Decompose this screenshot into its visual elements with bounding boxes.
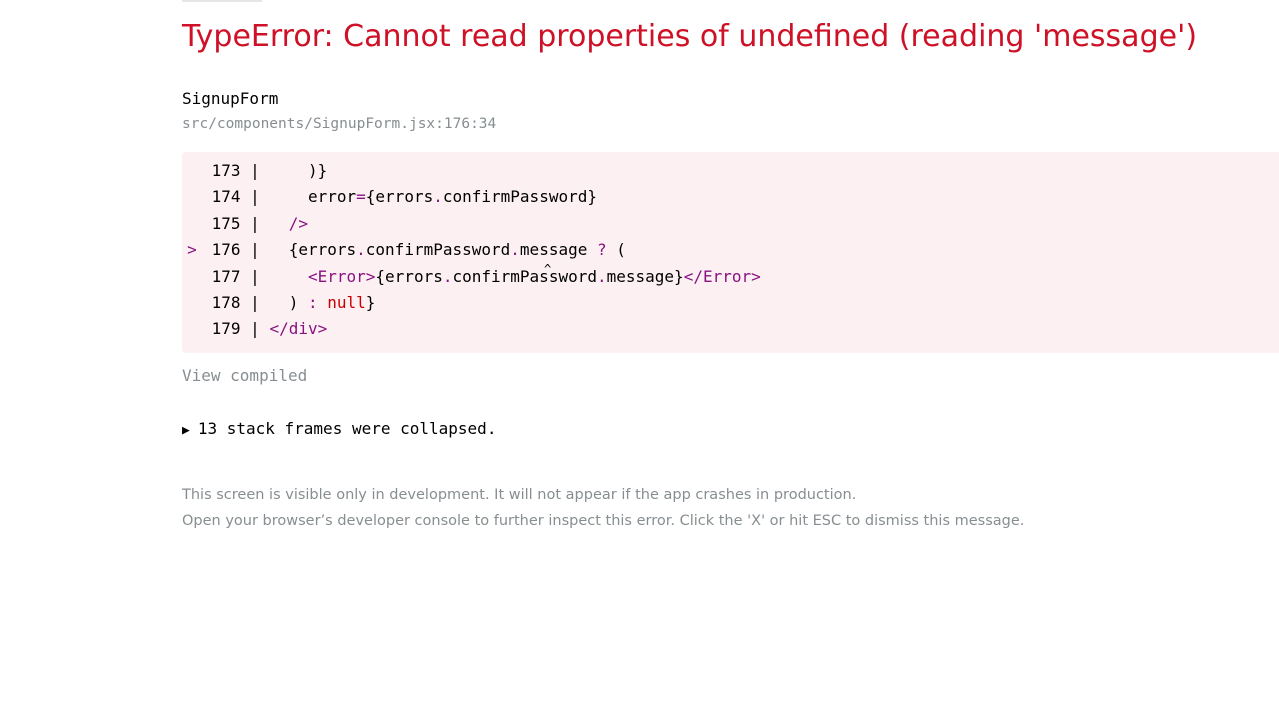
- code-token: message: [519, 240, 597, 260]
- file-location-link[interactable]: src/components/SignupForm.jsx:176:34: [182, 114, 496, 134]
- line-number: 174 |: [202, 187, 270, 207]
- code-token: )}: [269, 161, 328, 180]
- code-token: }: [365, 292, 376, 312]
- triangle-right-icon: ▶: [182, 423, 190, 438]
- code-token: error: [269, 187, 357, 207]
- line-number: 179 |: [202, 319, 270, 339]
- error-line-marker: >: [187, 240, 197, 260]
- code-token: />: [288, 213, 308, 233]
- code-line: 179 | </div>: [182, 316, 1279, 342]
- error-line-marker: [182, 290, 202, 316]
- code-snippet: 173 | )} 174 | error={errors.confirmPass…: [182, 152, 1279, 353]
- dev-notice-line-2: Open your browser’s developer console to…: [182, 513, 1025, 529]
- dev-notice-line-1: This screen is visible only in developme…: [182, 487, 857, 503]
- code-token: :: [307, 292, 318, 312]
- code-token: null: [327, 292, 366, 312]
- line-number: 177 |: [202, 266, 270, 286]
- code-lines: 173 | )} 174 | error={errors.confirmPass…: [182, 158, 1279, 343]
- view-compiled-button[interactable]: View compiled: [182, 364, 307, 388]
- code-token: {errors: [365, 187, 434, 207]
- stack-frames-toggle[interactable]: ▶ 13 stack frames were collapsed.: [182, 417, 496, 443]
- header-divider: [182, 0, 262, 2]
- code-line: > 176 | {errors.confirmPassword.message …: [182, 237, 1279, 263]
- error-column-caret: ^: [544, 261, 552, 276]
- dev-notice: This screen is visible only in developme…: [182, 482, 1024, 534]
- code-token: confirmPassword}: [442, 187, 597, 207]
- code-line: 178 | ) : null}: [182, 290, 1279, 316]
- component-name: SignupForm: [182, 89, 279, 108]
- code-line: 177 | <Error>{errors.confirmPassword.mes…: [182, 262, 1279, 290]
- error-line-marker: [182, 158, 202, 184]
- stack-frames-label: 13 stack frames were collapsed.: [197, 419, 497, 438]
- code-token: (: [606, 240, 626, 260]
- code-token: .: [433, 187, 443, 207]
- code-token: .: [596, 266, 607, 286]
- code-token: ): [269, 292, 308, 312]
- code-token: =: [356, 187, 366, 207]
- code-token: message}: [606, 266, 684, 286]
- code-token: ?: [596, 240, 607, 260]
- code-token: </Error>: [683, 266, 761, 286]
- error-line-marker: [182, 264, 202, 290]
- error-line-marker: [182, 316, 202, 342]
- line-number: 178 |: [202, 292, 270, 312]
- line-number: 175 |: [202, 213, 270, 233]
- error-line-marker: [182, 211, 202, 237]
- code-token: {errors: [269, 240, 357, 260]
- error-line-marker: [182, 184, 202, 210]
- code-line: 175 | />: [182, 211, 1279, 237]
- line-number: 173 |: [202, 161, 270, 180]
- code-token: <Error>: [307, 266, 376, 286]
- code-token: confirmPassword: [452, 266, 597, 286]
- error-overlay: TypeError: Cannot read properties of und…: [0, 0, 1279, 720]
- error-title: TypeError: Cannot read properties of und…: [182, 19, 1198, 54]
- code-token: {errors: [375, 266, 443, 286]
- code-token: </div>: [269, 319, 328, 339]
- line-number: 176 |: [202, 240, 270, 260]
- code-line: 174 | error={errors.confirmPassword}: [182, 184, 1279, 210]
- code-token: .: [510, 240, 520, 260]
- code-token: confirmPassword: [365, 240, 511, 260]
- code-line: 173 | )}: [182, 158, 1279, 184]
- code-token: .: [356, 240, 366, 260]
